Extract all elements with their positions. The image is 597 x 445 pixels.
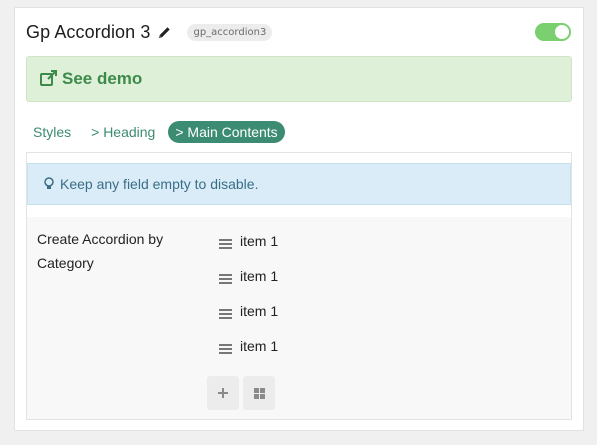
tab-bar: Styles > Heading > Main Contents (26, 120, 291, 144)
list-item-label: item 1 (240, 303, 279, 319)
add-item-button[interactable] (207, 376, 239, 410)
list-item[interactable]: item 1 (219, 334, 278, 358)
tab-heading[interactable]: > Heading (84, 121, 162, 143)
drag-handle-icon[interactable] (219, 306, 232, 319)
drag-handle-icon[interactable] (219, 236, 232, 249)
toggle-knob (555, 25, 569, 39)
list-item-label: item 1 (240, 268, 279, 284)
pencil-icon[interactable] (158, 26, 171, 39)
tab-styles[interactable]: Styles (26, 121, 78, 143)
see-demo-label: See demo (62, 69, 143, 88)
lightbulb-icon (44, 177, 54, 189)
tab-main-contents[interactable]: > Main Contents (168, 121, 285, 143)
drag-handle-icon[interactable] (219, 341, 232, 354)
external-link-icon (40, 70, 57, 86)
list-item[interactable]: item 1 (219, 264, 278, 288)
tab-content: Keep any field empty to disable. Create … (26, 152, 572, 420)
panel-title: Gp Accordion 3 (26, 21, 151, 42)
list-item[interactable]: item 1 (219, 229, 278, 253)
grid-icon (253, 387, 265, 399)
drag-handle-icon[interactable] (219, 271, 232, 284)
slug-badge: gp_accordion3 (187, 23, 273, 41)
info-notice: Keep any field empty to disable. (27, 163, 571, 205)
field-label: Create Accordion by Category (37, 231, 164, 271)
list-item-label: item 1 (240, 233, 279, 249)
list-actions (207, 376, 279, 410)
category-field: Create Accordion by Category item 1 item… (27, 217, 571, 419)
see-demo-link[interactable]: See demo (26, 56, 572, 102)
grid-button[interactable] (243, 376, 275, 410)
info-text: Keep any field empty to disable. (60, 176, 259, 192)
panel-header: Gp Accordion 3 gp_accordion3 (26, 20, 571, 44)
list-item[interactable]: item 1 (219, 299, 278, 323)
enable-toggle[interactable] (535, 23, 571, 41)
list-item-label: item 1 (240, 338, 279, 354)
plus-icon (218, 388, 228, 398)
accordion-panel: Gp Accordion 3 gp_accordion3 See demo St… (14, 7, 584, 431)
sortable-list: item 1 item 1 item 1 item 1 (219, 229, 278, 358)
